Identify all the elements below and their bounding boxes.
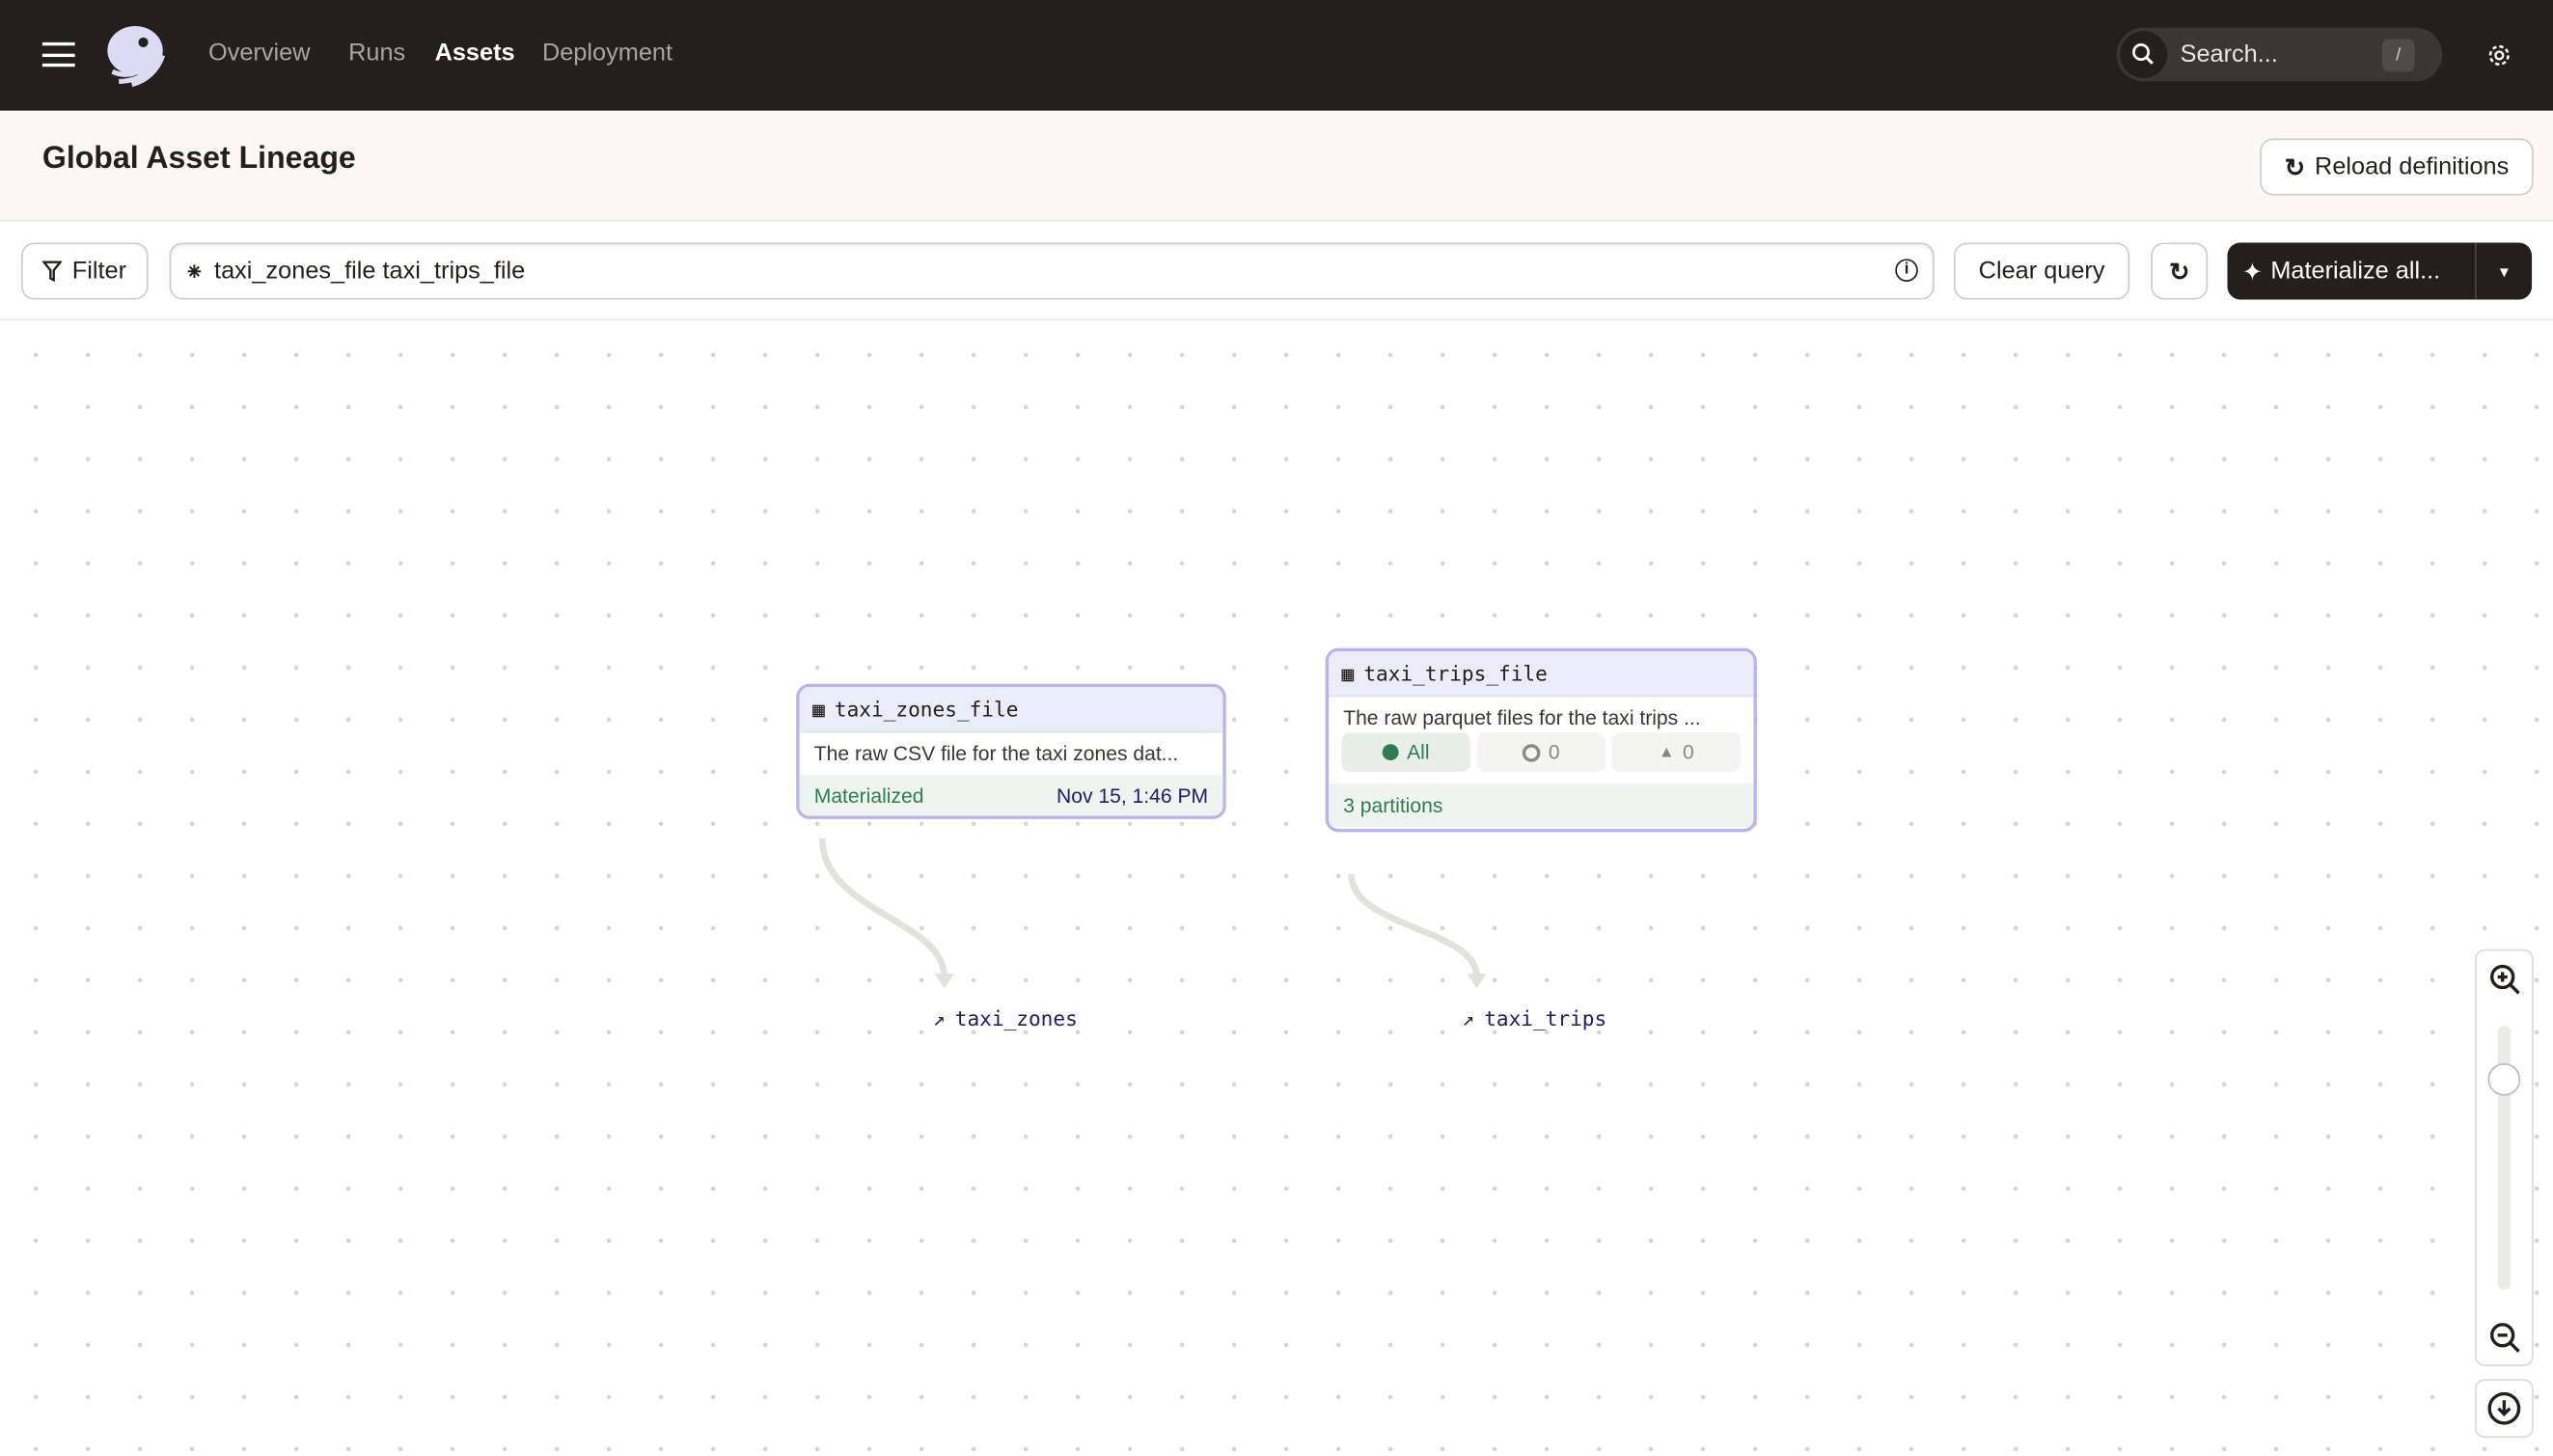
edge-arrow — [934, 974, 954, 989]
chip-label: 0 — [1548, 740, 1560, 764]
table-icon: ▦ — [812, 697, 825, 722]
partitions-count: 3 partitions — [1329, 783, 1754, 828]
edge-taxi-trips-file-to-taxi-trips — [1348, 873, 1480, 977]
edge-arrow — [1467, 974, 1487, 989]
zoom-out-icon[interactable] — [2488, 1321, 2524, 1357]
zoom-in-icon[interactable] — [2488, 962, 2524, 998]
download-graph-button[interactable] — [2475, 1379, 2534, 1439]
materialized-status: Materialized — [813, 784, 924, 808]
asset-node-taxi-trips-file[interactable]: ▦ taxi_trips_file The raw parquet files f… — [1325, 647, 1757, 833]
edge-taxi-zones-file-to-taxi-zones — [818, 838, 948, 977]
external-asset-link-taxi-trips[interactable]: ↗ taxi_trips — [1462, 1006, 1606, 1030]
partitions-missing-chip[interactable]: 0 — [1476, 732, 1606, 772]
graph-edges — [818, 838, 1487, 989]
chip-label: All — [1407, 740, 1430, 764]
empty-circle-icon — [1522, 743, 1541, 761]
zoom-slider-handle[interactable] — [2487, 1063, 2521, 1097]
green-dot-icon — [1382, 744, 1399, 761]
partitions-failed-chip[interactable]: ▲ 0 — [1611, 732, 1741, 772]
asset-node-taxi-zones-file[interactable]: ▦ taxi_zones_file The raw CSV file for th… — [796, 683, 1226, 819]
partitions-all-chip[interactable]: All — [1341, 732, 1470, 772]
zoom-controls — [2475, 948, 2534, 1366]
asset-name: taxi_trips_file — [1363, 661, 1548, 686]
external-asset-link-taxi-zones[interactable]: ↗ taxi_zones — [933, 1006, 1078, 1030]
asset-description: The raw parquet files for the taxi trips… — [1343, 706, 1701, 729]
warning-triangle-icon: ▲ — [1658, 743, 1675, 761]
chip-label: 0 — [1682, 740, 1694, 764]
materialized-timestamp[interactable]: Nov 15, 1:46 PM — [1057, 784, 1208, 808]
asset-name: taxi_zones_file — [834, 697, 1019, 722]
table-icon: ▦ — [1341, 661, 1355, 686]
external-link-icon: ↗ — [932, 1005, 946, 1031]
asset-link-label: taxi_trips — [1484, 1005, 1607, 1031]
external-link-icon: ↗ — [1462, 1005, 1475, 1031]
download-icon — [2487, 1391, 2521, 1425]
asset-link-label: taxi_zones — [954, 1005, 1078, 1031]
asset-description: The raw CSV file for the taxi zones dat.… — [813, 742, 1179, 766]
